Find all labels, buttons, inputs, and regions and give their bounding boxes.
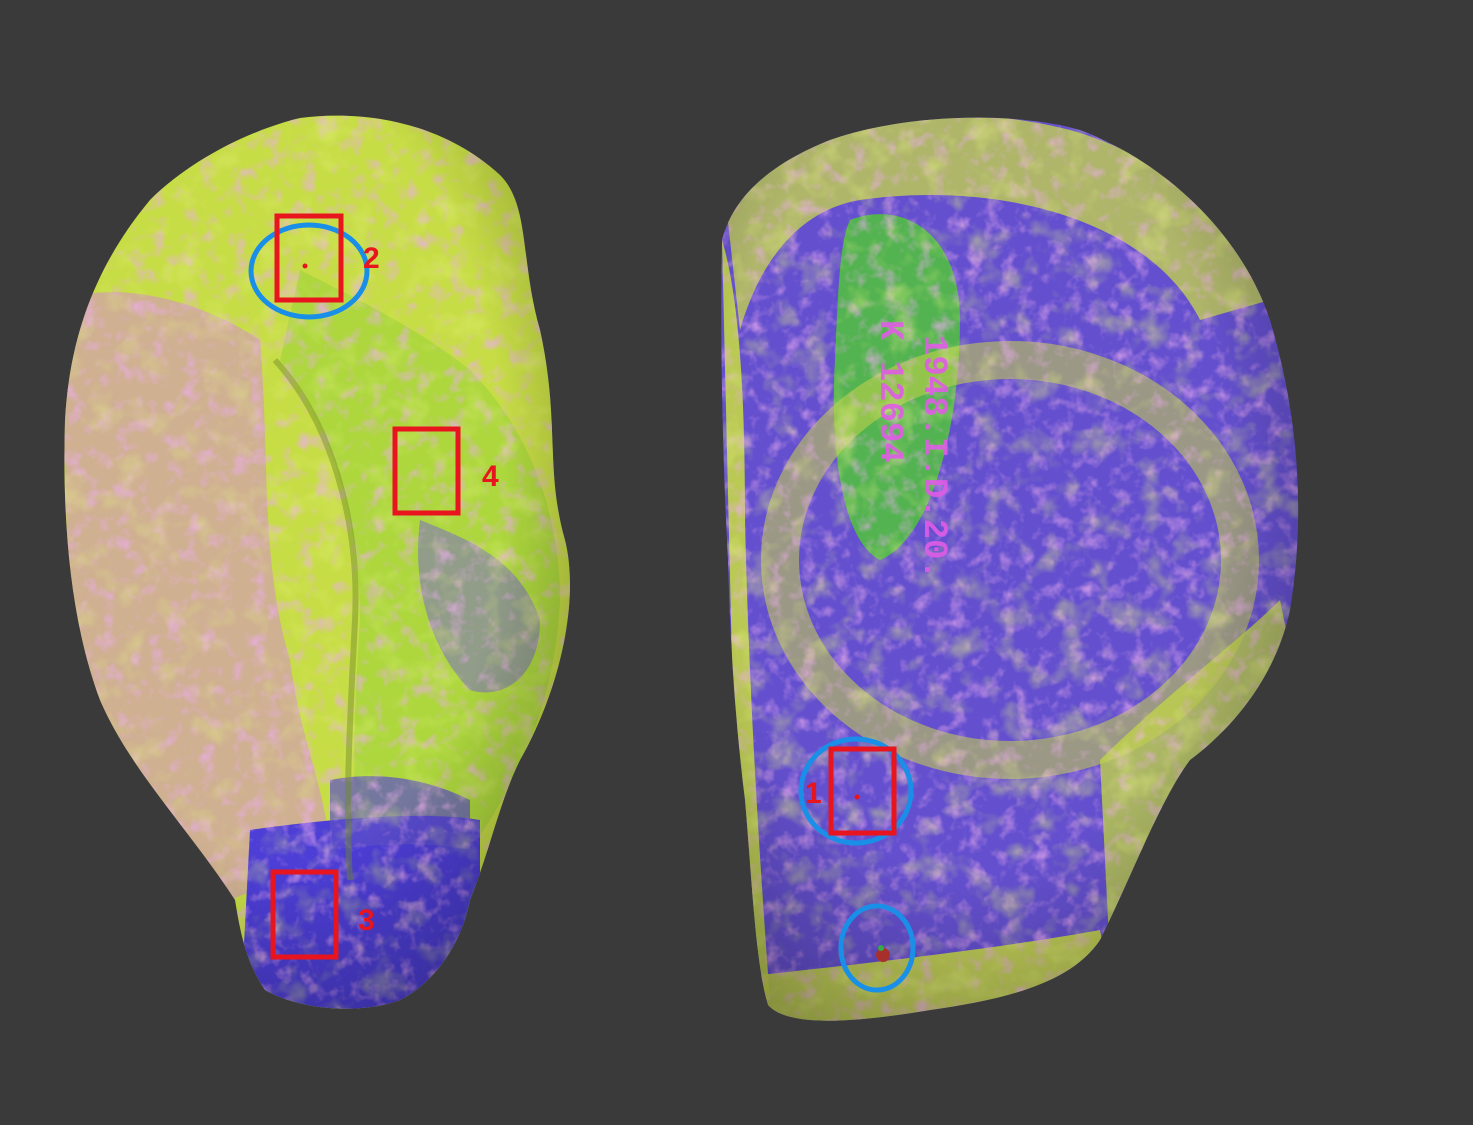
region-label-4: 4: [482, 460, 499, 493]
image-stage: 1948.I.D.20. K 12694 2 4 3 1: [0, 0, 1473, 1125]
region-label-3: 3: [358, 904, 375, 937]
region-label-2: 2: [363, 242, 380, 275]
inscription-line-2: K 12694: [870, 320, 908, 463]
left-specimen-view: [64, 115, 570, 1009]
figure-canvas: 1948.I.D.20. K 12694 2 4 3 1: [64, 115, 1299, 1021]
marker-dot-region-2: [302, 263, 308, 269]
region-label-1: 1: [805, 777, 822, 810]
residue-spot-green: [878, 945, 884, 951]
marker-dot-region-1: [854, 794, 860, 800]
inscription-line-1: 1948.I.D.20.: [914, 335, 952, 580]
right-specimen-view: 1948.I.D.20. K 12694: [721, 117, 1299, 1021]
